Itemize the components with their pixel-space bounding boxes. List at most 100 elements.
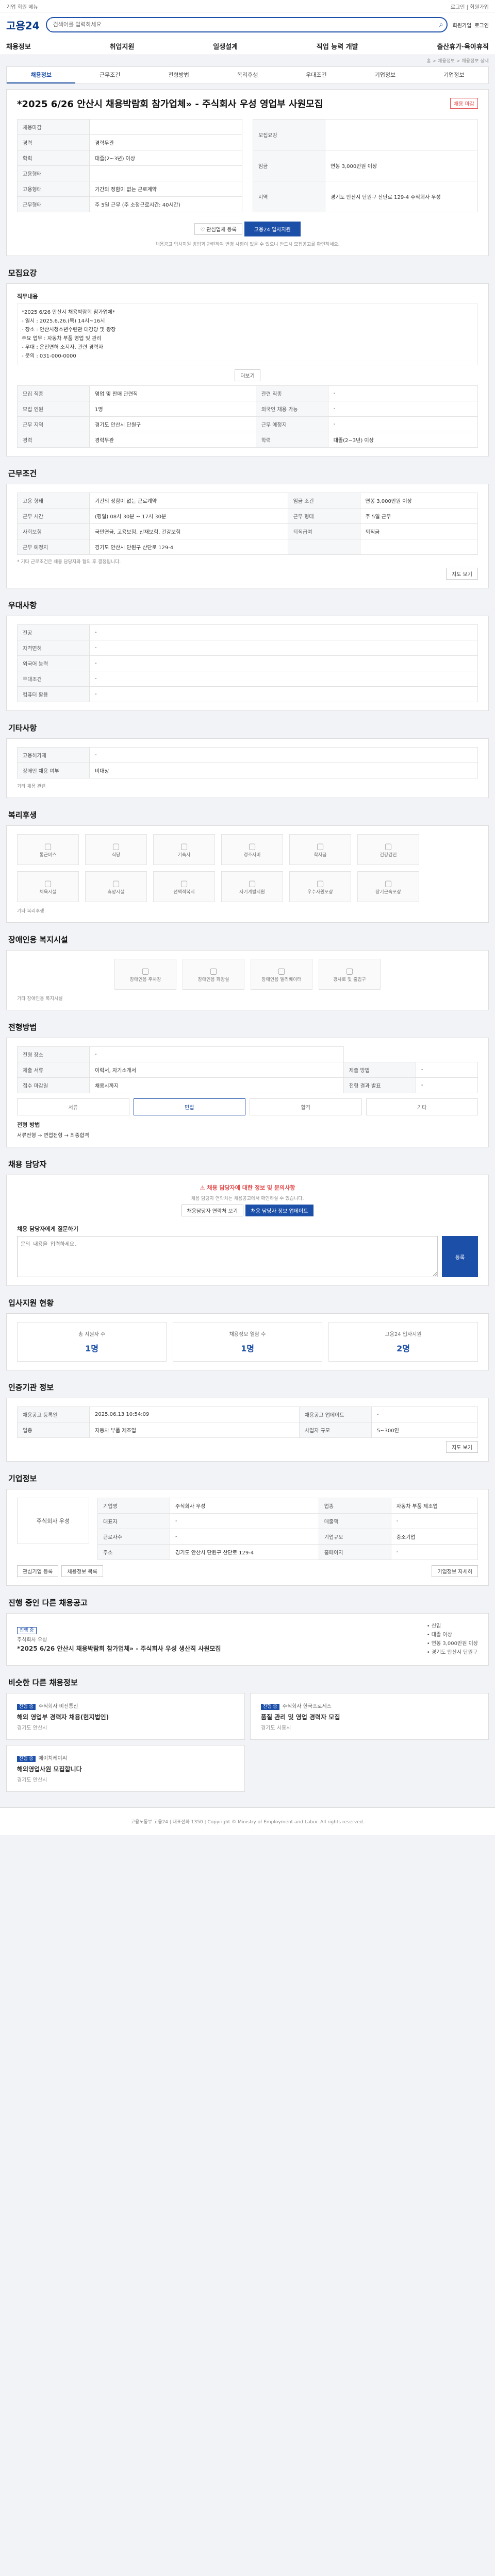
facility-label: 경사로 및 출입구 xyxy=(333,977,366,983)
prefer-card: 전공 - 자격면허 - 외국어 능력 - 우대조건 - 컴퓨터 활용 - xyxy=(6,616,489,711)
tab-work[interactable]: 근무조건 xyxy=(75,67,144,83)
extra-title: 기타사항 xyxy=(8,723,37,733)
search-input[interactable] xyxy=(50,19,439,31)
welfare-item: ▢ 선택적복지 xyxy=(153,871,215,903)
table-row: 대표자 - 매출액 - xyxy=(97,1513,478,1530)
stat-apply-label: 총 지원자 수 xyxy=(78,1332,106,1338)
header-link-login[interactable]: 로그인 xyxy=(474,21,489,29)
job-desc-title: 직무내용 xyxy=(17,293,38,300)
tab-welfare[interactable]: 복리후생 xyxy=(213,67,282,83)
stat-pass-value: 2명 xyxy=(397,1344,410,1354)
other-card[interactable]: 진행 중 주식회사 우성 *2025 6/26 안산시 채용박람회 참가업체» … xyxy=(6,1613,489,1666)
other-title: 진행 중인 다른 채용공고 xyxy=(8,1598,88,1608)
similar-posting-title[interactable]: 해외 영업부 경력자 채용(현지법인) xyxy=(17,1713,234,1721)
work-card: 고용 형태 기간의 정함이 없는 근로계약 임금 조건 연봉 3,000만원 이상 근무… xyxy=(6,484,489,589)
agency-map-button[interactable]: 지도 보기 xyxy=(446,1441,478,1453)
recruit-value: - xyxy=(327,385,478,402)
method-text: 서류전형 → 면접전형 → 최종합격 xyxy=(17,1133,89,1139)
table-row: 지역 경기도 안산시 단원구 산단로 129-4 주식회사 우성 xyxy=(253,181,478,213)
company-list-button[interactable]: 채용정보 목록 xyxy=(61,1565,103,1578)
stat-view-label: 채용정보 열람 수 xyxy=(229,1332,266,1338)
welfare-icon: ▢ xyxy=(112,841,120,852)
agency-label: 채용공고 업데이트 xyxy=(299,1406,372,1423)
gnb-item-life[interactable]: 일생설계 xyxy=(213,41,238,51)
welfare-item: ▢ 건강검진 xyxy=(357,834,419,866)
similar-card[interactable]: 진행 중 주식회사 한국프로세스 품질 관리 및 영업 경력자 모집 경기도 시흥시 xyxy=(250,1693,489,1740)
table-row: 주소 경기도 안산시 단원구 산단로 129-4 홈페이지 - xyxy=(97,1544,478,1561)
recruit-value: 대졸(2~3년) 이상 xyxy=(327,432,478,448)
question-submit[interactable]: 등록 xyxy=(442,1236,478,1278)
tab-recruit[interactable]: 채용정보 xyxy=(7,67,76,83)
welfare-label: 식당 xyxy=(111,853,121,858)
facility-item: ▢ 경사로 및 출입구 xyxy=(319,959,381,990)
similar-badge: 진행 중 xyxy=(261,1704,279,1710)
company-logo: 주식회사 우성 xyxy=(17,1498,89,1545)
facility-title: 장애인용 복지시설 xyxy=(8,935,68,945)
table-row: 고용형태 xyxy=(17,165,242,182)
tab-company-2[interactable]: 기업정보 xyxy=(420,67,488,83)
work-label: 고용 형태 xyxy=(17,493,90,509)
recruit-label: 모집 인원 xyxy=(17,401,90,417)
table-row: 컴퓨터 활용 - xyxy=(17,686,478,703)
tab-prefer[interactable]: 우대조건 xyxy=(282,67,351,83)
posting-title: *2025 6/26 안산시 채용박람회 참가업체» - 주식회사 우성 영업부… xyxy=(17,99,323,110)
status-card: 총 지원자 수 1명 채용정보 열람 수 1명 고용24 입사지원 2명 xyxy=(6,1313,489,1371)
table-row: 모집 직종 영업 및 판매 관련직 관련 직종 - xyxy=(17,385,478,402)
prefer-label: 자격면허 xyxy=(17,640,90,656)
recruit-title: 모집요강 xyxy=(8,268,37,278)
recruit-value: 영업 및 판매 관련직 xyxy=(89,385,256,402)
global-nav: 채용정보 취업지원 일생설계 직업 능력 개발 출산휴가·육아휴직 xyxy=(0,37,495,55)
topbar-left[interactable]: 기업 회원 메뉴 xyxy=(6,3,38,10)
other-posting-title[interactable]: *2025 6/26 안산시 채용박람회 참가업체» - 주식회사 우성 생산직… xyxy=(17,1644,419,1653)
other-meta: • 대졸 이상 xyxy=(426,1632,452,1638)
similar-card[interactable]: 진행 중 에이치케이씨 해외영업사원 모집합니다 경기도 안산시 xyxy=(6,1745,245,1792)
stat-apply-value: 1명 xyxy=(85,1344,98,1354)
heart-icon: ♡ xyxy=(200,227,207,233)
gnb-item-training[interactable]: 직업 능력 개발 xyxy=(317,41,358,51)
prefer-value: - xyxy=(89,640,478,656)
tab-company[interactable]: 기업정보 xyxy=(351,67,419,83)
gnb-item-support[interactable]: 취업지원 xyxy=(110,41,135,51)
similar-loc: 경기도 안산시 xyxy=(17,1725,47,1732)
extra-link[interactable]: 기타 채용 관련 xyxy=(17,783,478,789)
company-interest-button[interactable]: 관심기업 등록 xyxy=(17,1565,59,1578)
welfare-note: 기타 복리후생 xyxy=(17,909,44,914)
similar-posting-title[interactable]: 해외영업사원 모집합니다 xyxy=(17,1765,234,1773)
interest-button[interactable]: ♡ 관심업체 등록 xyxy=(194,223,242,235)
contact-update-button[interactable]: 채용 담당자 정보 업데이트 xyxy=(245,1205,314,1217)
search-icon[interactable]: ⌕ xyxy=(439,21,443,29)
map-button[interactable]: 지도 보기 xyxy=(446,568,478,580)
question-input[interactable] xyxy=(17,1236,438,1278)
topbar-right[interactable]: 로그인 | 회원가입 xyxy=(451,3,489,10)
tab-process[interactable]: 전형방법 xyxy=(144,67,213,83)
facility-label: 장애인용 주차장 xyxy=(129,977,161,983)
gnb-item-leave[interactable]: 출산휴가·육아휴직 xyxy=(437,41,489,51)
site-footer: 고용노동부 고용24 | 대표전화 1350 | Copyright © Min… xyxy=(0,1807,495,1836)
company-detail-button[interactable]: 기업정보 자세히 xyxy=(432,1565,478,1578)
company-label: 기업규모 xyxy=(318,1529,391,1545)
prefer-label: 컴퓨터 활용 xyxy=(17,686,90,703)
company-title: 기업정보 xyxy=(8,1474,37,1484)
work-title: 근무조건 xyxy=(8,469,37,479)
summary-value xyxy=(89,165,242,182)
similar-company: 주식회사 비전통신 xyxy=(38,1704,78,1710)
more-button[interactable]: 더보기 xyxy=(235,369,260,382)
gnb-item-jobs[interactable]: 채용정보 xyxy=(6,41,31,51)
similar-card[interactable]: 진행 중 주식회사 비전통신 해외 영업부 경력자 채용(현지법인) 경기도 안산시 xyxy=(6,1693,245,1740)
similar-company: 에이치케이씨 xyxy=(38,1756,67,1762)
similar-company: 주식회사 한국프로세스 xyxy=(282,1704,332,1710)
welfare-card: ▢ 통근버스 ▢ 식당 ▢ 기숙사 ▢ 경조사비 ▢ 학자금 ▢ 건강검진 ▢ 체육시설 ▢ 휴양시설 ▢ 선택적… xyxy=(6,825,489,923)
header-link-signup[interactable]: 회원가입 xyxy=(453,21,472,29)
similar-posting-title[interactable]: 품질 관리 및 영업 경력자 모집 xyxy=(261,1713,478,1721)
process-value: - xyxy=(415,1062,478,1078)
facility-icon: ▢ xyxy=(277,966,286,976)
site-header: 고용24 ⌕ 회원가입로그인 xyxy=(0,12,495,37)
job-desc-line: *2025 6/26 안산시 채용박람회 참가업체* xyxy=(22,310,116,316)
welfare-title: 복리후생 xyxy=(8,810,37,820)
apply-button[interactable]: 고용24 입사지원 xyxy=(244,222,301,237)
job-desc-line: 주요 업무 : 자동차 부품 영업 및 관리 xyxy=(22,336,102,342)
site-logo[interactable]: 고용24 xyxy=(6,18,40,32)
agency-value: - xyxy=(371,1406,478,1423)
contact-view-button[interactable]: 채용담당자 연락처 보기 xyxy=(181,1205,243,1217)
question-title: 채용 담당자에게 질문하기 xyxy=(17,1226,78,1233)
